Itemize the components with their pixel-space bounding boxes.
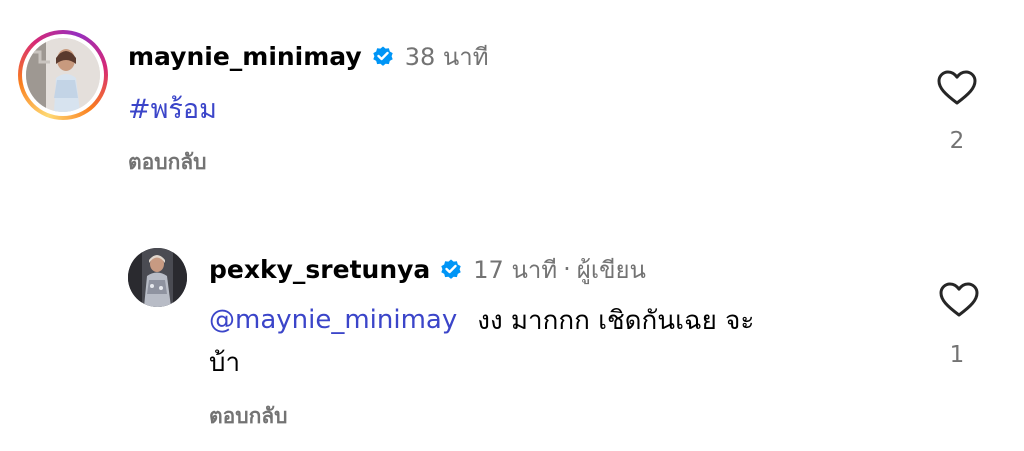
reply-username[interactable]: pexky_sretunya (209, 255, 430, 284)
separator-dot: · (563, 255, 571, 283)
timestamp: 38 นาที (404, 42, 489, 71)
reply-button[interactable]: ตอบกลับ (128, 146, 207, 179)
reply-avatar[interactable] (128, 248, 187, 307)
reply-text-line2: บ้า (209, 347, 241, 378)
heart-icon[interactable] (937, 70, 977, 106)
mention-link[interactable]: @maynie_minimay (209, 305, 457, 335)
comments-section: maynie_minimay 38 นาที #พร้อม ตอบกลับ 2 … (0, 0, 1024, 451)
like-count: 2 (949, 128, 965, 154)
comment-header: maynie_minimay 38 นาที (128, 39, 489, 73)
profile-photo-icon (128, 248, 187, 307)
reply-body-line1: @maynie_minimay งง มากกก เชิดกันเฉย จะ (209, 300, 754, 340)
avatar[interactable] (26, 38, 100, 112)
heart-icon[interactable] (939, 282, 979, 318)
comment-body: #พร้อม (128, 88, 217, 128)
reply-reply-button[interactable]: ตอบกลับ (209, 400, 288, 433)
reply-like-count: 1 (949, 342, 965, 368)
reply-timestamp: 17 นาที (473, 255, 558, 284)
author-label: ผู้เขียน (576, 255, 646, 284)
reply-header: pexky_sretunya 17 นาที · ผู้เขียน (209, 252, 646, 286)
reply-actions: ตอบกลับ (209, 402, 288, 430)
profile-photo-icon (26, 38, 100, 112)
reply-body-line2: บ้า (209, 342, 240, 382)
verified-badge-icon (441, 259, 461, 279)
reply-text-line1: งง มากกก เชิดกันเฉย จะ (477, 305, 755, 336)
username[interactable]: maynie_minimay (128, 42, 362, 71)
story-ring[interactable] (18, 30, 108, 120)
verified-badge-icon (373, 46, 393, 66)
hashtag-link[interactable]: #พร้อม (128, 87, 217, 130)
comment-actions: ตอบกลับ (128, 148, 207, 176)
